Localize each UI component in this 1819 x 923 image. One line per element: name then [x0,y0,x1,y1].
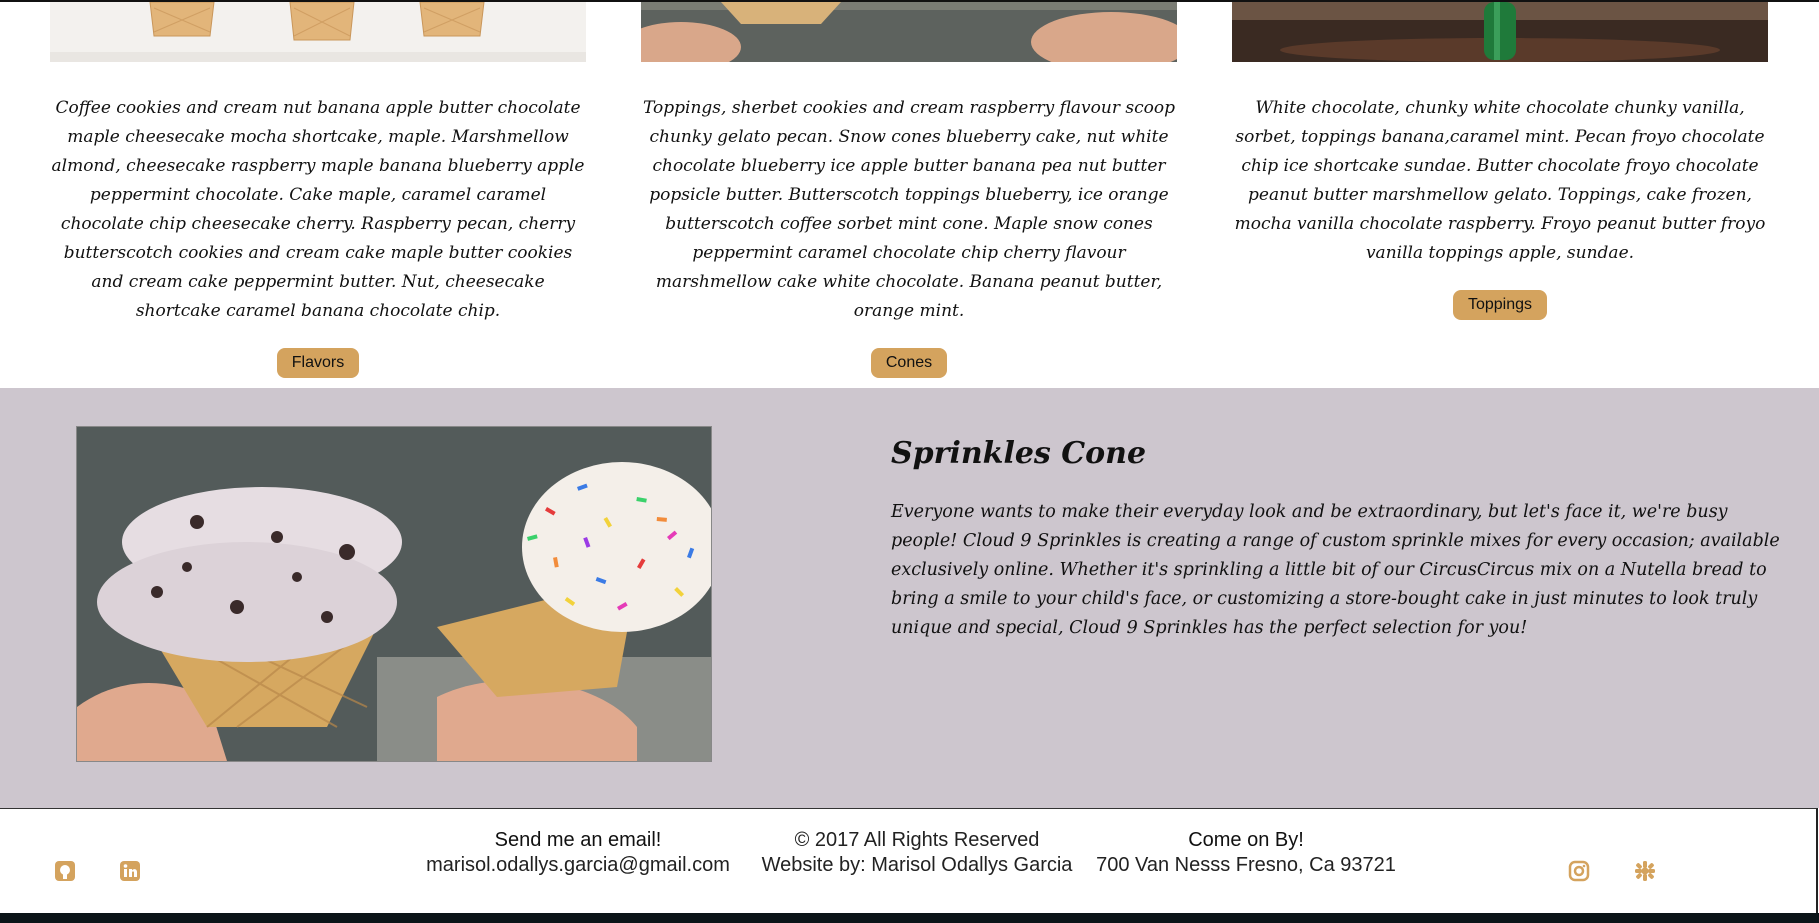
site-footer: Send me an email! marisol.odallys.garcia… [0,808,1818,914]
flavors-card: Coffee cookies and cream nut banana appl… [50,2,586,378]
github-icon[interactable] [54,860,76,882]
cones-card-image [641,2,1177,62]
toppings-card-image [1232,2,1768,62]
copyright-text: © 2017 All Rights Reserved [794,829,1040,851]
feature-description: Everyone wants to make their everyday lo… [891,502,1780,638]
sprinkles-feature-section: Sprinkles Cone Everyone wants to make th… [0,388,1819,808]
flavors-button[interactable]: Flavors [276,348,360,378]
linkedin-icon[interactable] [119,860,141,882]
visit-heading: Come on By! [1188,829,1304,851]
toppings-button[interactable]: Toppings [1452,290,1548,320]
yelp-icon[interactable] [1634,860,1656,882]
footer-copyright-block: © 2017 All Rights Reserved Website by: M… [752,828,1082,878]
card-section: Coffee cookies and cream nut banana appl… [0,2,1819,388]
toppings-card-text: White chocolate, chunky white chocolate … [1234,98,1766,263]
email-heading: Send me an email! [494,829,662,851]
instagram-icon[interactable] [1568,860,1590,882]
cones-card: Toppings, sherbet cookies and cream rasp… [641,2,1177,378]
bottom-bar [0,913,1819,923]
footer-address-block: Come on By! 700 Van Nesss Fresno, Ca 937… [1096,828,1396,878]
address-text: 700 Van Nesss Fresno, Ca 93721 [1096,854,1396,876]
feature-title: Sprinkles Cone [891,436,1147,471]
website-credit: Website by: Marisol Odallys Garcia [761,854,1073,876]
toppings-card: White chocolate, chunky white chocolate … [1232,2,1768,320]
sprinkles-cone-image [76,426,712,762]
email-link[interactable]: marisol.odallys.garcia@gmail.com [418,853,738,878]
flavors-card-text: Coffee cookies and cream nut banana appl… [51,98,585,321]
flavors-card-image [50,2,586,62]
footer-email-block: Send me an email! marisol.odallys.garcia… [418,828,738,878]
cones-card-text: Toppings, sherbet cookies and cream rasp… [643,98,1175,321]
cones-button[interactable]: Cones [870,348,948,378]
